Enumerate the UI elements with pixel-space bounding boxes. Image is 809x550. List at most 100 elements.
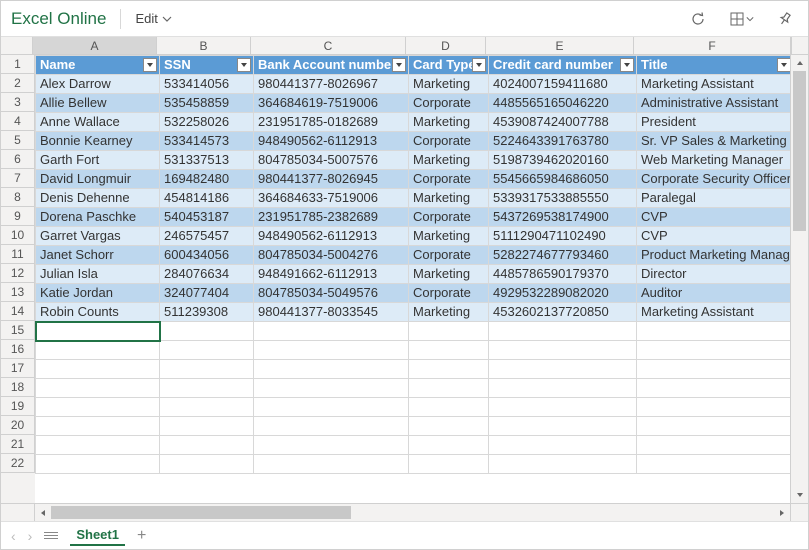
cell[interactable] <box>36 417 160 436</box>
cell[interactable]: 533414056 <box>160 75 254 94</box>
pin-button[interactable] <box>778 12 792 26</box>
row-header-12[interactable]: 12 <box>1 264 35 283</box>
cell[interactable] <box>489 360 637 379</box>
filter-dropdown-icon[interactable] <box>237 58 251 72</box>
row-header-16[interactable]: 16 <box>1 340 35 359</box>
row-header-11[interactable]: 11 <box>1 245 35 264</box>
cell[interactable]: Corporate <box>409 284 489 303</box>
cell[interactable] <box>254 379 409 398</box>
cell[interactable]: 5198739462020160 <box>489 151 637 170</box>
cell[interactable]: 364684633-7519006 <box>254 189 409 208</box>
cell[interactable] <box>409 379 489 398</box>
filter-dropdown-icon[interactable] <box>143 58 157 72</box>
cell[interactable]: 5545665984686050 <box>489 170 637 189</box>
cell[interactable] <box>637 417 791 436</box>
row-header-1[interactable]: 1 <box>1 55 35 74</box>
cell[interactable]: Denis Dehenne <box>36 189 160 208</box>
cell[interactable] <box>489 379 637 398</box>
scroll-down-icon[interactable] <box>791 487 808 503</box>
column-header-B[interactable]: B <box>157 37 251 54</box>
cell[interactable]: 4485565165046220 <box>489 94 637 113</box>
filter-dropdown-icon[interactable] <box>777 58 790 72</box>
cell[interactable] <box>160 436 254 455</box>
cell[interactable]: Corporate <box>409 208 489 227</box>
row-header-10[interactable]: 10 <box>1 226 35 245</box>
view-grid-button[interactable] <box>730 12 754 26</box>
active-cell[interactable] <box>36 322 160 341</box>
cell[interactable] <box>254 436 409 455</box>
cell[interactable]: Marketing <box>409 113 489 132</box>
cell[interactable] <box>489 455 637 474</box>
cell[interactable]: Alex Darrow <box>36 75 160 94</box>
row-header-21[interactable]: 21 <box>1 435 35 454</box>
cell[interactable] <box>637 398 791 417</box>
cell[interactable]: 4024007159411680 <box>489 75 637 94</box>
cell[interactable] <box>489 341 637 360</box>
cell[interactable] <box>637 379 791 398</box>
cell[interactable] <box>254 360 409 379</box>
row-header-3[interactable]: 3 <box>1 93 35 112</box>
cell[interactable]: Product Marketing Manager <box>637 246 791 265</box>
row-header-18[interactable]: 18 <box>1 378 35 397</box>
refresh-button[interactable] <box>690 11 706 27</box>
cell[interactable] <box>36 379 160 398</box>
cell[interactable]: 948491662-6112913 <box>254 265 409 284</box>
row-header-17[interactable]: 17 <box>1 359 35 378</box>
cell[interactable]: 511239308 <box>160 303 254 322</box>
cell[interactable]: Corporate <box>409 246 489 265</box>
cell[interactable]: Garret Vargas <box>36 227 160 246</box>
table-header-cell[interactable]: Bank Account number <box>254 56 409 75</box>
cell[interactable] <box>160 360 254 379</box>
cell[interactable] <box>637 360 791 379</box>
column-header-A[interactable]: A <box>33 37 157 54</box>
cell[interactable]: 231951785-2382689 <box>254 208 409 227</box>
row-header-22[interactable]: 22 <box>1 454 35 473</box>
cell[interactable] <box>489 322 637 341</box>
add-sheet-button[interactable]: + <box>137 527 146 545</box>
cell[interactable] <box>409 417 489 436</box>
cell[interactable]: 535458859 <box>160 94 254 113</box>
cell[interactable] <box>409 398 489 417</box>
cell[interactable]: 4539087424007788 <box>489 113 637 132</box>
cell[interactable] <box>160 455 254 474</box>
cell[interactable]: 231951785-0182689 <box>254 113 409 132</box>
cell[interactable] <box>637 341 791 360</box>
cell[interactable]: 804785034-5049576 <box>254 284 409 303</box>
cell[interactable]: 5437269538174900 <box>489 208 637 227</box>
cell[interactable]: 540453187 <box>160 208 254 227</box>
cell[interactable]: Robin Counts <box>36 303 160 322</box>
cells-viewport[interactable]: NameSSNBank Account numberCard TypeCredi… <box>35 55 790 503</box>
row-header-5[interactable]: 5 <box>1 131 35 150</box>
cell[interactable]: 169482480 <box>160 170 254 189</box>
row-header-15[interactable]: 15 <box>1 321 35 340</box>
cell[interactable]: David Longmuir <box>36 170 160 189</box>
select-all-corner[interactable] <box>1 37 33 54</box>
hscroll-track[interactable] <box>51 504 774 521</box>
cell[interactable]: Marketing <box>409 189 489 208</box>
prev-sheet-button[interactable]: ‹ <box>11 528 16 544</box>
cell[interactable] <box>489 417 637 436</box>
cell[interactable]: 5282274677793460 <box>489 246 637 265</box>
row-header-7[interactable]: 7 <box>1 169 35 188</box>
cell[interactable]: Marketing <box>409 75 489 94</box>
row-header-4[interactable]: 4 <box>1 112 35 131</box>
row-header-19[interactable]: 19 <box>1 397 35 416</box>
cell[interactable]: 531337513 <box>160 151 254 170</box>
row-header-2[interactable]: 2 <box>1 74 35 93</box>
row-header-13[interactable]: 13 <box>1 283 35 302</box>
cell[interactable]: Corporate <box>409 94 489 113</box>
cell[interactable]: 532258026 <box>160 113 254 132</box>
cell[interactable]: Marketing Assistant <box>637 75 791 94</box>
table-header-cell[interactable]: SSN <box>160 56 254 75</box>
cell[interactable] <box>637 455 791 474</box>
hscroll-thumb[interactable] <box>51 506 351 519</box>
filter-dropdown-icon[interactable] <box>620 58 634 72</box>
cell[interactable] <box>36 436 160 455</box>
cell[interactable]: Paralegal <box>637 189 791 208</box>
cell[interactable] <box>254 341 409 360</box>
cell[interactable]: Garth Fort <box>36 151 160 170</box>
cell[interactable]: 454814186 <box>160 189 254 208</box>
row-header-6[interactable]: 6 <box>1 150 35 169</box>
cell[interactable]: Bonnie Kearney <box>36 132 160 151</box>
table-header-cell[interactable]: Credit card number <box>489 56 637 75</box>
